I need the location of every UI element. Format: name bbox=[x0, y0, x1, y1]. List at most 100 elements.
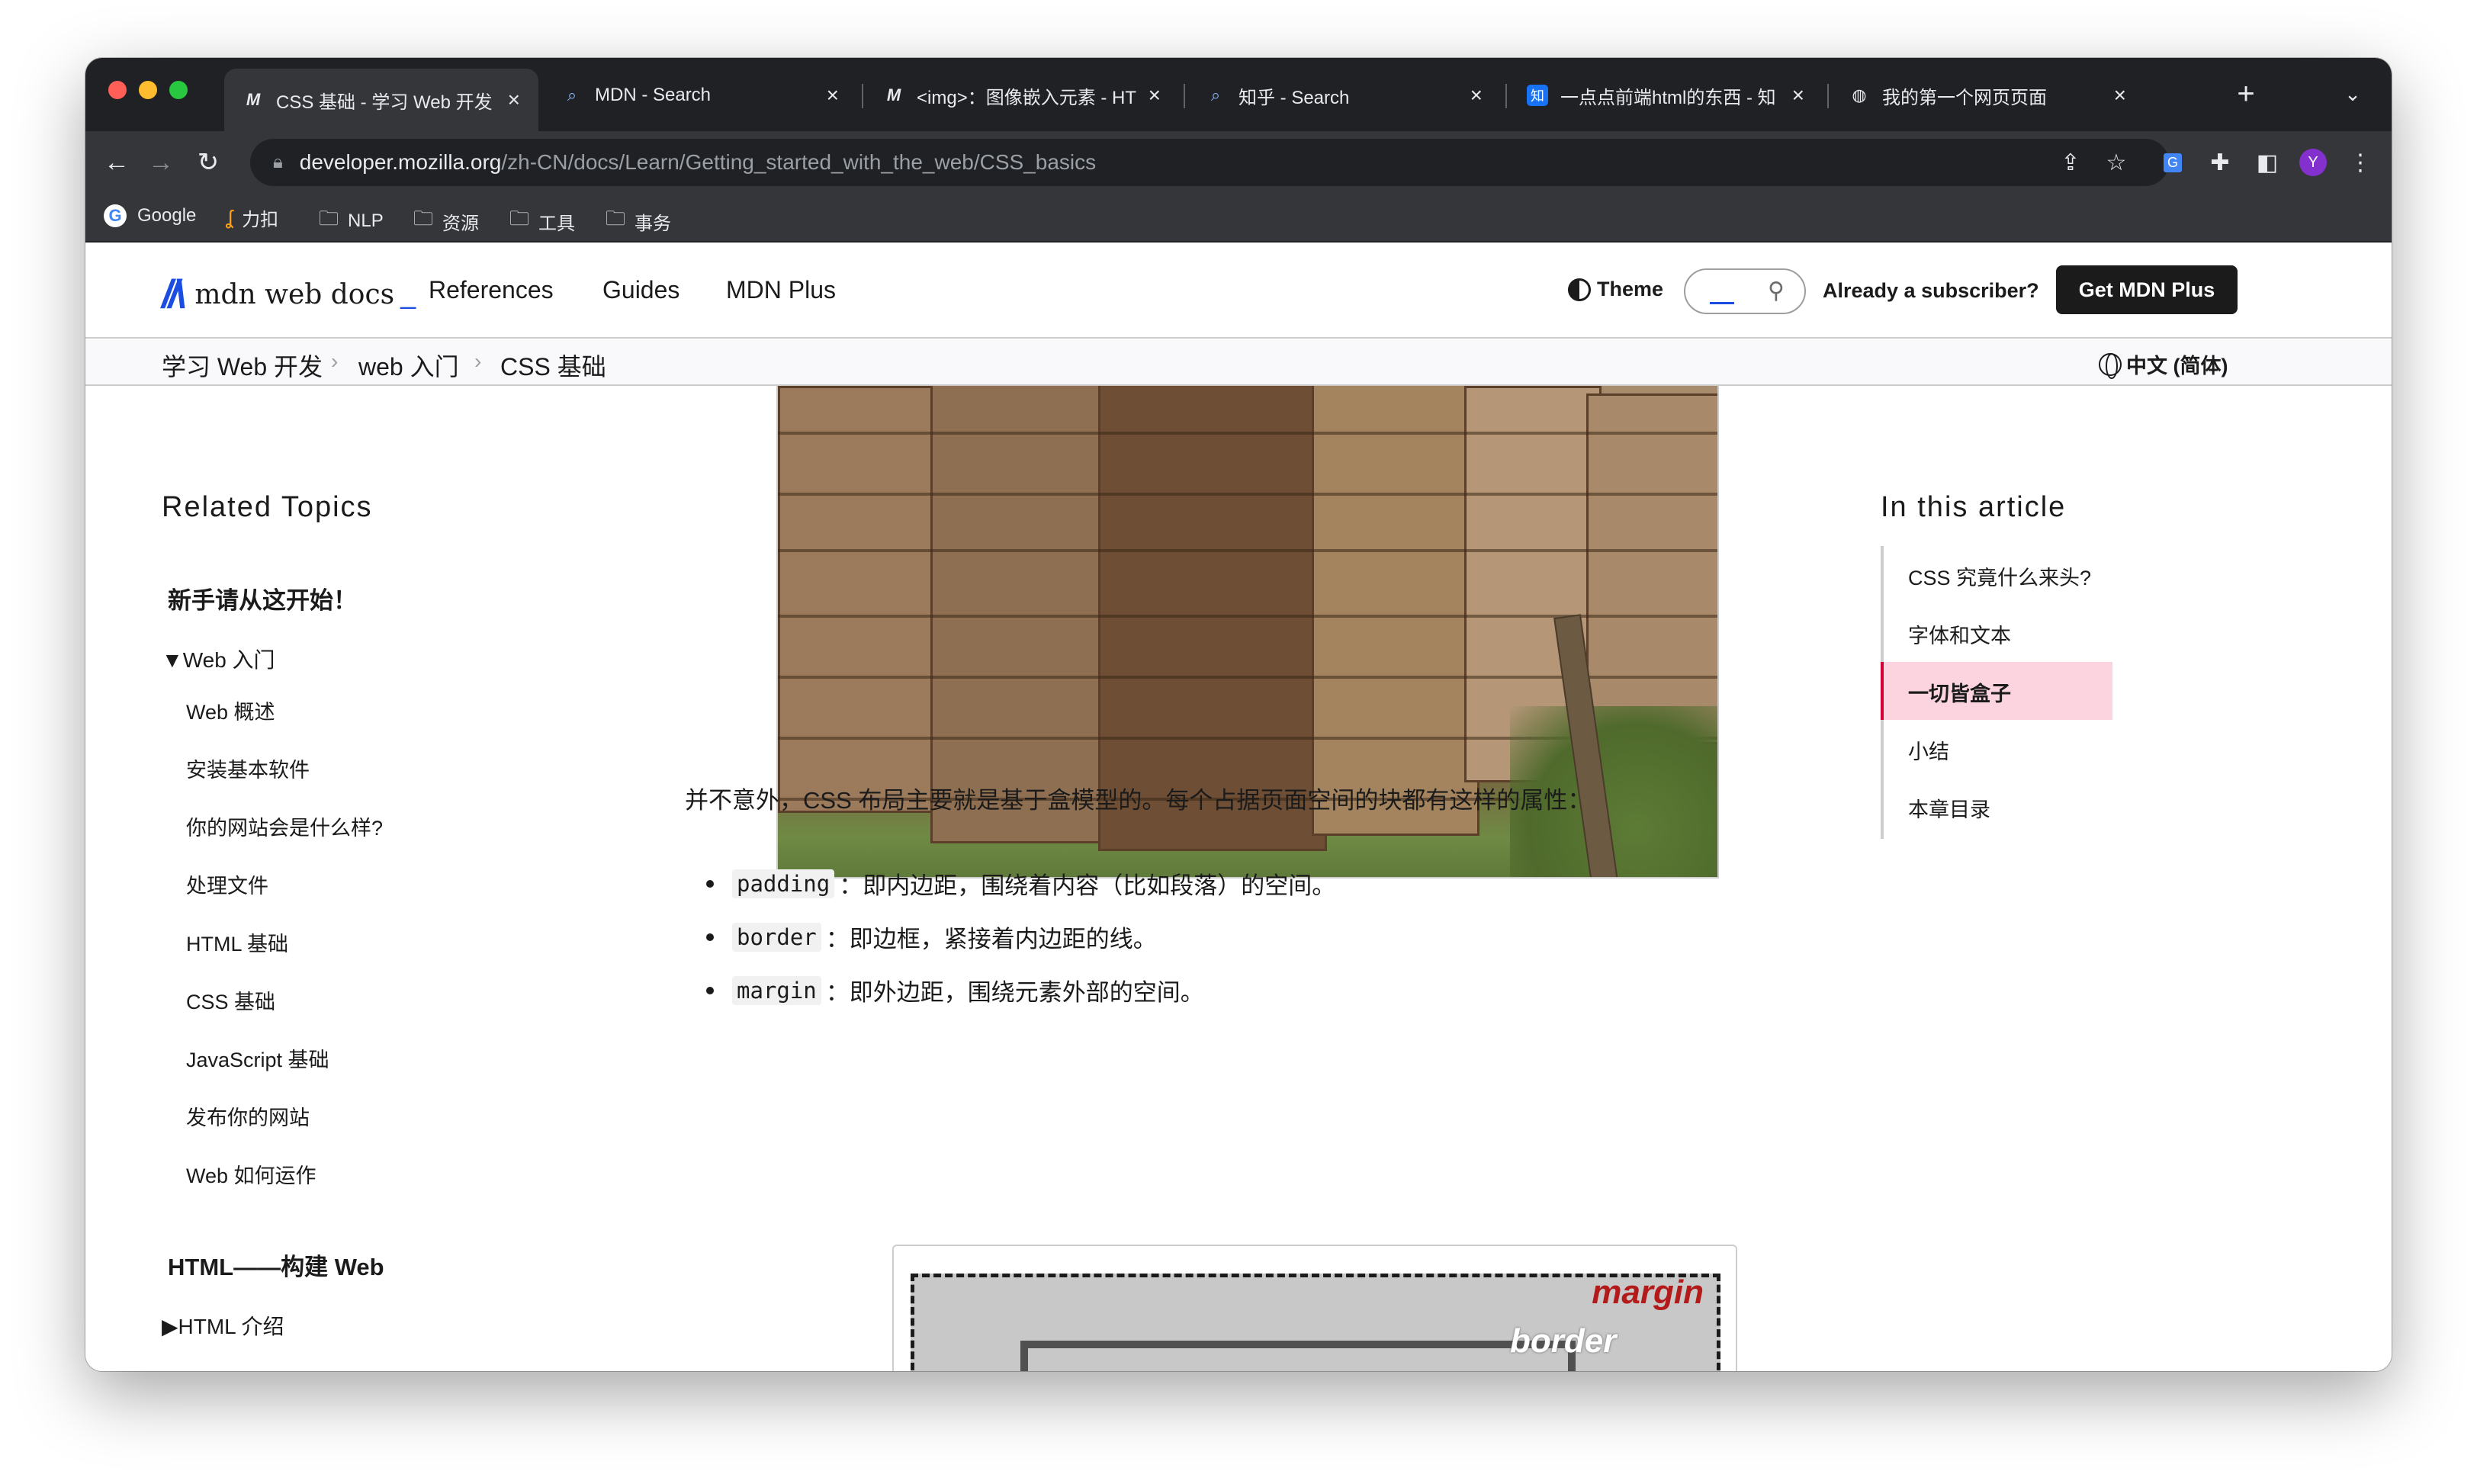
close-tab-icon[interactable]: × bbox=[827, 83, 839, 108]
bookmark-star-icon[interactable]: ☆ bbox=[2099, 145, 2134, 180]
sidebar-item-install-software[interactable]: 安装基本软件 bbox=[186, 753, 310, 783]
border-area bbox=[1020, 1341, 1576, 1371]
sidebar-toggle-html-intro[interactable]: ▶HTML 介绍 bbox=[162, 1310, 284, 1341]
breadcrumb-css-basics[interactable]: CSS 基础 bbox=[500, 348, 606, 383]
search-icon: ⌕ bbox=[567, 85, 577, 104]
close-tab-icon[interactable]: × bbox=[1149, 83, 1161, 108]
tab-strip: M CSS 基础 - 学习 Web 开发 | × ⌕ MDN - Search … bbox=[85, 58, 2392, 131]
browser-toolbar: ← → ↻ 🔒︎ developer.mozilla.org/zh-CN/doc… bbox=[85, 131, 2392, 194]
sidebar-item-html-basics[interactable]: HTML 基础 bbox=[186, 927, 288, 957]
sidebar-heading-beginners: 新手请从这开始！ bbox=[168, 587, 357, 614]
sidebar-title: Related Topics bbox=[162, 491, 373, 523]
close-tab-icon[interactable]: × bbox=[1470, 83, 1483, 108]
mdn-logo-mark-icon: //\ bbox=[162, 272, 185, 316]
crate bbox=[930, 386, 1113, 843]
nav-guides[interactable]: Guides bbox=[602, 276, 679, 304]
subscriber-login-link[interactable]: Already a subscriber? bbox=[1823, 279, 2039, 303]
margin-label: margin bbox=[1592, 1274, 1704, 1311]
zhihu-icon: 知 bbox=[1527, 85, 1548, 106]
get-mdn-plus-button[interactable]: Get MDN Plus bbox=[2056, 265, 2238, 314]
tab-img-element[interactable]: M <img>：图像嵌入元素 - HT × bbox=[865, 69, 1179, 122]
tab-separator bbox=[1827, 84, 1829, 108]
bookmark-folder-resources[interactable]: 🗀︎ 资源 bbox=[413, 204, 479, 238]
sidebar-item-handling-files[interactable]: 处理文件 bbox=[186, 869, 268, 899]
search-icon: ⚲ bbox=[1768, 278, 1785, 304]
reload-button[interactable]: ↻ bbox=[191, 145, 226, 180]
close-tab-icon[interactable]: × bbox=[2114, 83, 2126, 108]
box-model-paragraph: 并不意外，CSS 布局主要就是基于盒模型的。每个占据页面空间的块都有这样的属性： bbox=[685, 787, 1592, 814]
crate-plank bbox=[778, 432, 1717, 435]
mdn-header: //\ mdn web docs _ References Guides MDN… bbox=[85, 243, 2392, 339]
new-tab-button[interactable]: + bbox=[2228, 76, 2263, 111]
sidebar-item-how-web-works[interactable]: Web 如何运作 bbox=[186, 1159, 316, 1189]
tab-separator bbox=[1184, 84, 1185, 108]
extensions-puzzle-icon[interactable]: ✚ bbox=[2202, 145, 2238, 180]
toc-item-chapter-index[interactable]: 本章目录 bbox=[1908, 793, 1990, 823]
google-icon: G bbox=[104, 204, 127, 227]
bookmark-folder-affairs[interactable]: 🗀︎ 事务 bbox=[606, 204, 671, 238]
tab-mdn-search[interactable]: ⌕ MDN - Search × bbox=[543, 69, 857, 122]
browser-menu-icon[interactable]: ⋮ bbox=[2343, 145, 2378, 180]
tab-zhihu-search[interactable]: ⌕ 知乎 - Search × bbox=[1187, 69, 1501, 122]
bookmark-folder-nlp[interactable]: 🗀︎ NLP bbox=[319, 204, 384, 238]
globe-icon: ◍ bbox=[1852, 85, 1867, 104]
address-bar[interactable]: 🔒︎ developer.mozilla.org/zh-CN/docs/Lear… bbox=[250, 139, 2169, 186]
bookmark-folder-tools[interactable]: 🗀︎ 工具 bbox=[509, 204, 575, 238]
bookmark-leetcode[interactable]: ʆ 力扣 bbox=[226, 204, 278, 231]
folder-icon: 🗀︎ bbox=[606, 207, 626, 230]
nav-mdn-plus[interactable]: MDN Plus bbox=[726, 276, 836, 304]
breadcrumb-getting-started[interactable]: web 入门 bbox=[358, 348, 459, 383]
sidebar-item-css-basics[interactable]: CSS 基础 bbox=[186, 985, 275, 1015]
translate-extension-icon[interactable]: G bbox=[2155, 145, 2190, 180]
bookmarks-bar: G Google ʆ 力扣 🗀︎ NLP 🗀︎ 资源 🗀︎ 工具 🗀︎ 事务 bbox=[85, 194, 2392, 243]
forward-button[interactable]: → bbox=[143, 145, 178, 180]
mdn-logo[interactable]: //\ mdn web docs _ bbox=[162, 271, 416, 317]
tab-search-chevron-icon[interactable]: ⌄ bbox=[2335, 76, 2370, 111]
sidebar-item-web-overview[interactable]: Web 概述 bbox=[186, 695, 275, 725]
bullet-dot bbox=[706, 986, 714, 994]
bullet-dot bbox=[706, 933, 714, 941]
toc-item-fonts-text[interactable]: 字体和文本 bbox=[1908, 619, 2011, 649]
close-tab-icon[interactable]: × bbox=[1792, 83, 1804, 108]
url-host: developer.mozilla.org bbox=[299, 150, 502, 174]
list-item-border: border ：即边框，紧接着内边距的线。 bbox=[706, 920, 1157, 954]
close-tab-icon[interactable]: × bbox=[508, 88, 520, 112]
bullet-dot bbox=[706, 879, 714, 888]
border-label: border bbox=[1510, 1322, 1617, 1360]
nav-references[interactable]: References bbox=[429, 276, 554, 304]
maximize-window-button[interactable] bbox=[169, 81, 188, 99]
profile-avatar[interactable]: Y bbox=[2295, 145, 2331, 180]
sidebar-item-site-look[interactable]: 你的网站会是什么样? bbox=[186, 811, 383, 841]
close-window-button[interactable] bbox=[108, 81, 127, 99]
sidebar-toggle-web-intro[interactable]: ▼Web 入门 bbox=[162, 644, 275, 674]
tab-separator bbox=[862, 84, 863, 108]
site-search-input[interactable]: ⚲ bbox=[1684, 268, 1806, 314]
back-button[interactable]: ← bbox=[99, 145, 134, 180]
tab-first-webpage[interactable]: ◍ 我的第一个网页页面 × bbox=[1830, 69, 2144, 122]
tab-zhihu-article[interactable]: 知 一点点前端html的东西 - 知 × bbox=[1508, 69, 1823, 122]
share-icon[interactable]: ⇪ bbox=[2053, 145, 2088, 180]
code-padding[interactable]: padding bbox=[732, 869, 835, 898]
code-margin[interactable]: margin bbox=[732, 975, 821, 1005]
folder-icon: 🗀︎ bbox=[413, 207, 434, 230]
sidebar-item-javascript-basics[interactable]: JavaScript 基础 bbox=[186, 1043, 329, 1073]
toc-item-boxes[interactable]: 一切皆盒子 bbox=[1908, 677, 2011, 707]
tab-css-basics[interactable]: M CSS 基础 - 学习 Web 开发 | × bbox=[224, 69, 538, 131]
side-panel-icon[interactable]: ◧ bbox=[2250, 145, 2285, 180]
toc-item-where-css[interactable]: CSS 究竟什么来头? bbox=[1908, 561, 2091, 591]
language-switcher[interactable]: 中文 (简体) bbox=[2099, 349, 2228, 379]
theme-switcher[interactable]: Theme bbox=[1568, 278, 1663, 301]
breadcrumb-chevron-icon: › bbox=[474, 349, 482, 373]
bookmark-google[interactable]: G Google bbox=[104, 204, 196, 227]
breadcrumb-learn[interactable]: 学习 Web 开发 bbox=[162, 348, 323, 383]
toc-item-summary[interactable]: 小结 bbox=[1908, 735, 1949, 765]
sidebar-item-publish-site[interactable]: 发布你的网站 bbox=[186, 1101, 310, 1131]
crate bbox=[1312, 386, 1479, 836]
breadcrumb: 学习 Web 开发 › web 入门 › CSS 基础 中文 (简体) bbox=[85, 340, 2392, 386]
minimize-window-button[interactable] bbox=[139, 81, 157, 99]
mdn-icon: M bbox=[246, 90, 261, 109]
breadcrumb-chevron-icon: › bbox=[331, 349, 339, 373]
code-border[interactable]: border bbox=[732, 922, 821, 952]
crate bbox=[1586, 393, 1717, 744]
list-item-margin: margin ：即外边距，围绕元素外部的空间。 bbox=[706, 973, 1204, 1007]
